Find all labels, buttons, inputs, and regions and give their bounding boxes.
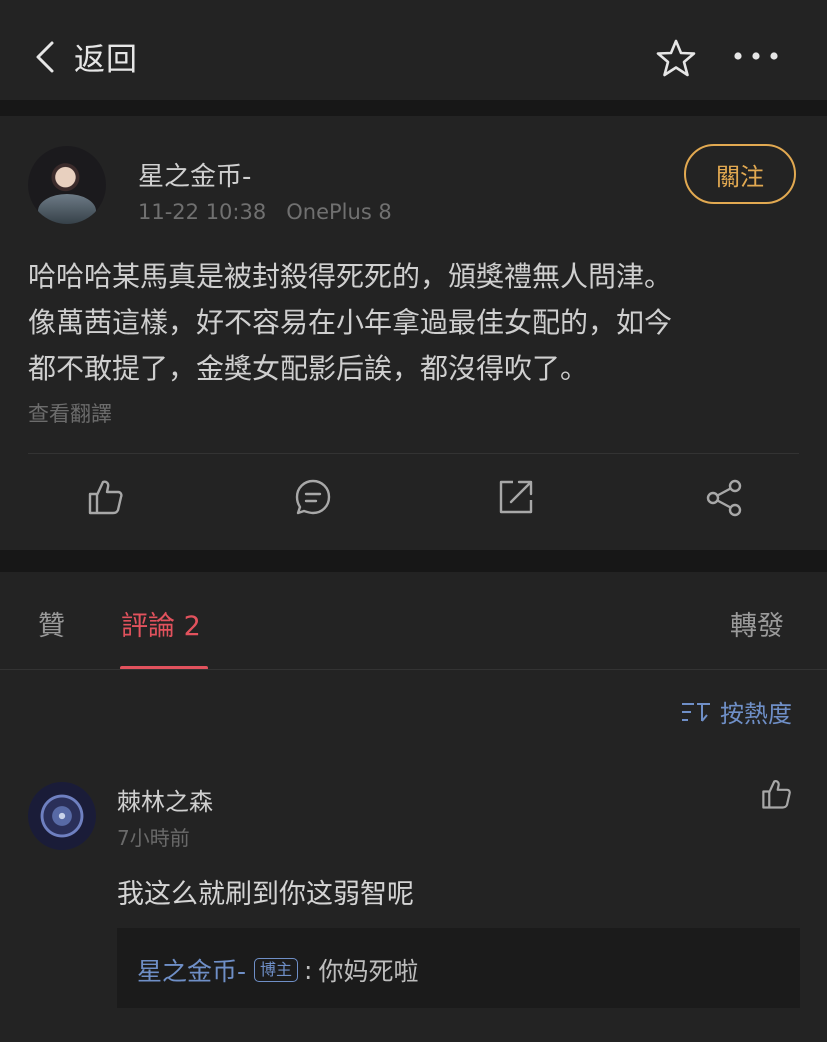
reply-separator: : (304, 955, 313, 985)
avatar[interactable] (28, 782, 96, 850)
comment-time: 7小時前 (117, 826, 190, 850)
post-content-line: 像萬茜這樣，好不容易在小年拿過最佳女配的，如今 (28, 306, 673, 339)
back-label: 返回 (74, 42, 138, 78)
divider (0, 669, 827, 670)
reply-line: 星之金币- 博主 : 你妈死啦 (137, 952, 419, 988)
thumbs-up-icon[interactable] (760, 778, 792, 810)
chevron-left-icon (36, 41, 54, 72)
reply-preview[interactable]: 星之金币- 博主 : 你妈死啦 (117, 928, 800, 1008)
post-author[interactable]: 星之金币- (138, 156, 251, 193)
sort-label: 按熱度 (720, 700, 792, 728)
author-badge: 博主 (254, 958, 299, 982)
thumbs-up-icon[interactable] (86, 478, 124, 516)
comment-icon[interactable] (294, 478, 332, 516)
post-device: OnePlus 8 (286, 200, 392, 224)
avatar[interactable] (28, 146, 106, 224)
comments-section: 贊 評論 2 轉發 按熱度 棘林之森 7小時前 我这么就刷到你这弱智呢 星之金币… (0, 572, 827, 1042)
translate-link[interactable]: 查看翻譯 (28, 398, 112, 428)
share-icon[interactable] (704, 478, 744, 518)
back-button[interactable]: 返回 (34, 34, 138, 79)
tab-comments[interactable]: 評論 2 (121, 604, 201, 643)
sort-by-hot-button[interactable]: 按熱度 (680, 694, 792, 729)
post-meta: 11-22 10:38 OnePlus 8 (138, 200, 392, 224)
post-content-line: 哈哈哈某馬真是被封殺得死死的，頒獎禮無人問津。 (28, 260, 673, 293)
tab-reposts[interactable]: 轉發 (730, 604, 784, 643)
repost-icon[interactable] (497, 478, 535, 516)
tab-likes[interactable]: 贊 (38, 604, 65, 643)
reply-author[interactable]: 星之金币- (137, 952, 246, 988)
post-content-line: 都不敢提了，金獎女配影后誒，都沒得吹了。 (28, 352, 589, 385)
star-icon[interactable] (656, 38, 696, 78)
sort-icon (682, 702, 710, 722)
post-content: 哈哈哈某馬真是被封殺得死死的，頒獎禮無人問津。 像萬茜這樣，好不容易在小年拿過最… (28, 254, 798, 392)
divider (28, 453, 799, 454)
comment-text: 我这么就刷到你这弱智呢 (117, 879, 414, 910)
post-time: 11-22 10:38 (138, 200, 267, 224)
comment-author[interactable]: 棘林之森 (117, 782, 213, 817)
top-nav-bar: 返回 (0, 0, 827, 100)
post-card: 星之金币- 11-22 10:38 OnePlus 8 關注 哈哈哈某馬真是被封… (0, 116, 827, 550)
more-icon[interactable] (732, 50, 780, 62)
reply-text: 你妈死啦 (318, 957, 419, 986)
follow-button[interactable]: 關注 (684, 144, 796, 204)
post-action-bar (0, 478, 827, 526)
